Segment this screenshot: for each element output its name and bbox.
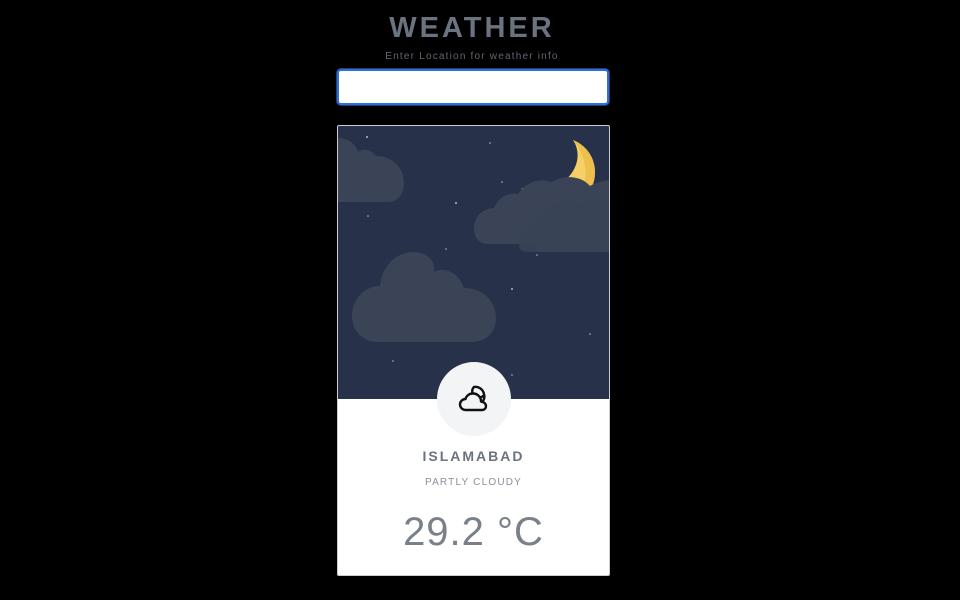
weather-card: ISLAMABAD PARTLY CLOUDY 29.2 °C bbox=[337, 125, 610, 576]
sky-scene bbox=[338, 136, 609, 376]
page-subtitle: Enter Location for weather info bbox=[385, 51, 559, 62]
weather-app: WEATHER Enter Location for weather info bbox=[0, 0, 960, 600]
weather-icon-badge bbox=[437, 362, 511, 436]
cloud-right bbox=[474, 177, 609, 252]
cloud-moon-icon bbox=[458, 385, 488, 412]
night-sky-illustration bbox=[338, 126, 609, 399]
cloud-left bbox=[338, 138, 404, 202]
page-title: WEATHER bbox=[389, 12, 555, 44]
temperature-readout: 29.2 °C bbox=[403, 510, 544, 554]
weather-condition: PARTLY CLOUDY bbox=[424, 477, 523, 488]
location-search-input[interactable] bbox=[337, 69, 609, 105]
city-name: ISLAMABAD bbox=[422, 448, 525, 464]
cloud-center bbox=[352, 252, 496, 342]
